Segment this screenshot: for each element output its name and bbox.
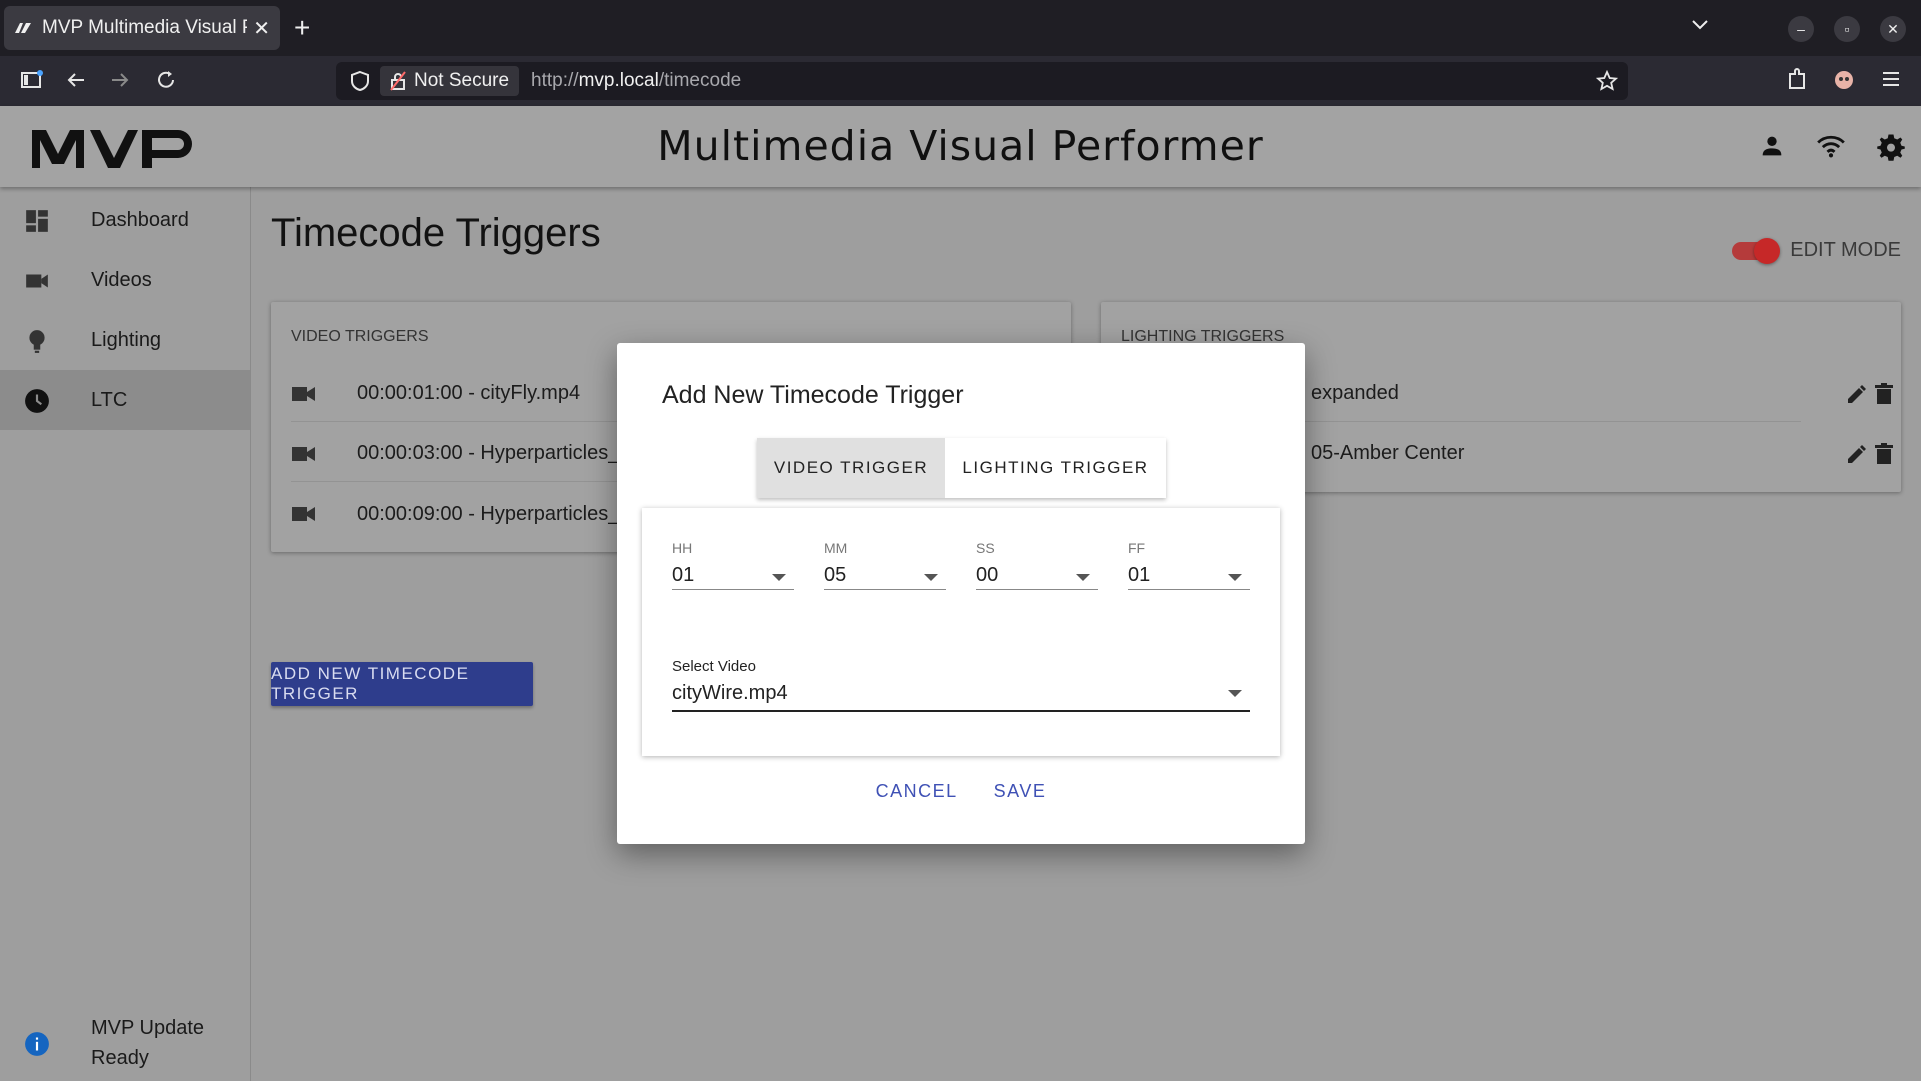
dropdown-arrow-icon (1228, 574, 1242, 581)
lighting-trigger-text: 05-Amber Center (1311, 442, 1465, 464)
browser-nav-bar: Not Secure http://mvp.local/timecode (0, 56, 1921, 106)
trigger-form-panel: HH 01 MM 05 SS 00 FF 01 Select Video cit… (642, 508, 1280, 756)
select-video-value: cityWire.mp4 (672, 682, 788, 704)
extensions-icon[interactable] (1786, 68, 1808, 92)
dialog-actions: CANCEL SAVE (617, 773, 1305, 810)
url-text[interactable]: http://mvp.local/timecode (531, 70, 741, 92)
sidebar-item-lighting[interactable]: Lighting (0, 310, 250, 370)
unlock-icon (390, 71, 406, 91)
close-tab-icon[interactable]: ✕ (253, 16, 270, 41)
edit-pencil-icon[interactable] (1845, 442, 1869, 466)
sidebar-item-label: Dashboard (91, 208, 189, 231)
not-secure-label: Not Secure (414, 70, 510, 91)
seconds-label: SS (976, 540, 995, 556)
sidebar-item-label: LTC (91, 388, 128, 411)
add-trigger-dialog: Add New Timecode Trigger VIDEO TRIGGER L… (617, 343, 1305, 844)
seconds-value: 00 (976, 564, 999, 586)
select-video-label: Select Video (672, 658, 756, 675)
edit-mode-toggle[interactable]: EDIT MODE (1732, 237, 1901, 264)
videocam-icon (292, 386, 315, 401)
wifi-icon[interactable] (1816, 132, 1846, 160)
minutes-select[interactable]: MM 05 (824, 530, 946, 590)
videocam-icon (292, 507, 315, 521)
frames-select[interactable]: FF 01 (1128, 530, 1250, 590)
restore-icon[interactable]: ▫ (1834, 16, 1860, 42)
minutes-value: 05 (824, 564, 847, 586)
sidebar-item-label: Videos (91, 268, 152, 291)
menu-icon[interactable] (1880, 68, 1902, 90)
video-triggers-title: VIDEO TRIGGERS (291, 328, 429, 345)
select-video-dropdown[interactable]: Select Video cityWire.mp4 (672, 652, 1250, 712)
update-label: MVP Update Ready (91, 1017, 205, 1069)
dropdown-arrow-icon (924, 574, 938, 581)
cancel-button[interactable]: CANCEL (858, 773, 976, 810)
trigger-type-tabs: VIDEO TRIGGER LIGHTING TRIGGER (757, 438, 1166, 498)
dropdown-arrow-icon (1076, 574, 1090, 581)
app-title: Multimedia Visual Performer (657, 122, 1264, 170)
clock-icon (25, 389, 49, 413)
update-notice[interactable]: MVP Update Ready (0, 1007, 250, 1077)
hours-label: HH (672, 540, 693, 556)
forward-icon[interactable] (108, 68, 132, 92)
lighting-trigger-text: expanded (1311, 382, 1399, 404)
url-path: /timecode (658, 70, 742, 91)
dialog-title: Add New Timecode Trigger (662, 381, 964, 409)
sidebar-item-ltc[interactable]: LTC (0, 370, 250, 430)
url-host: mvp.local (578, 70, 659, 91)
sidebar-item-dashboard[interactable]: Dashboard (0, 190, 250, 250)
info-icon (25, 1032, 49, 1056)
tab-video-trigger[interactable]: VIDEO TRIGGER (757, 438, 945, 498)
videocam-icon (26, 274, 48, 288)
delete-icon[interactable] (1873, 382, 1895, 406)
hours-select[interactable]: HH 01 (672, 530, 794, 590)
shield-icon[interactable] (350, 70, 370, 92)
save-button[interactable]: SAVE (976, 773, 1065, 810)
minutes-label: MM (824, 540, 848, 556)
reload-icon[interactable] (154, 68, 178, 92)
video-trigger-text: 00:00:09:00 - Hyperparticles_ (357, 502, 620, 525)
not-secure-badge[interactable]: Not Secure (380, 66, 520, 96)
edit-mode-switch[interactable] (1732, 237, 1781, 264)
edit-pencil-icon[interactable] (1845, 382, 1869, 406)
new-tab-button[interactable]: + (294, 12, 310, 44)
video-trigger-text: 00:00:03:00 - Hyperparticles_ (357, 442, 620, 464)
seconds-select[interactable]: SS 00 (976, 530, 1098, 590)
close-window-icon[interactable]: ✕ (1880, 16, 1906, 42)
bookmark-star-icon[interactable] (1596, 70, 1618, 92)
url-prefix: http:// (531, 70, 579, 91)
sidebar-toggle-icon[interactable] (20, 68, 44, 92)
delete-icon[interactable] (1873, 442, 1895, 466)
sidebar-item-label: Lighting (91, 328, 162, 351)
chevron-down-icon[interactable] (1690, 14, 1710, 34)
dropdown-arrow-icon (1228, 690, 1242, 697)
frames-label: FF (1128, 540, 1146, 556)
sidebar-item-videos[interactable]: Videos (0, 250, 250, 310)
url-bar[interactable]: Not Secure http://mvp.local/timecode (336, 62, 1628, 100)
back-icon[interactable] (64, 68, 88, 92)
page-title: Timecode Triggers (271, 211, 601, 255)
browser-tab[interactable]: MVP Multimedia Visual P ✕ (4, 6, 280, 50)
profile-icon[interactable] (1832, 68, 1856, 92)
lightbulb-icon (29, 330, 45, 353)
account-icon[interactable] (1758, 132, 1786, 160)
tab-title: MVP Multimedia Visual P (42, 17, 248, 38)
video-trigger-text: 00:00:01:00 - cityFly.mp4 (357, 382, 581, 404)
tab-lighting-trigger[interactable]: LIGHTING TRIGGER (945, 438, 1166, 498)
app-header: Multimedia Visual Performer (0, 106, 1921, 187)
hours-value: 01 (672, 564, 695, 586)
dashboard-icon (26, 210, 48, 232)
frames-value: 01 (1128, 564, 1151, 586)
browser-tab-bar: MVP Multimedia Visual P ✕ + – ▫ ✕ (0, 0, 1921, 56)
minimize-icon[interactable]: – (1788, 16, 1814, 42)
videocam-icon (292, 446, 315, 461)
sidebar: Dashboard Videos Lighting LTC MVP Update… (0, 187, 251, 1081)
switch-knob (1754, 237, 1781, 264)
settings-gear-icon[interactable] (1876, 132, 1906, 162)
favicon-icon (15, 23, 31, 33)
add-timecode-trigger-button[interactable]: ADD NEW TIMECODE TRIGGER (271, 662, 533, 706)
dropdown-arrow-icon (772, 574, 786, 581)
edit-mode-label: EDIT MODE (1790, 239, 1901, 261)
